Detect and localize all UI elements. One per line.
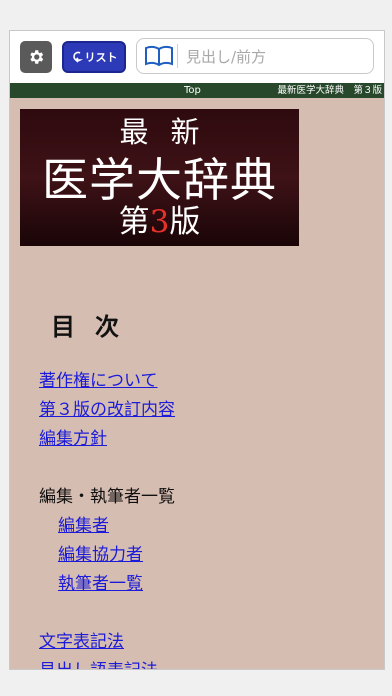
top-link[interactable]: Top [184, 83, 201, 98]
link-contributors-list[interactable]: 執筆者一覧 [58, 573, 143, 595]
link-character-notation[interactable]: 文字表記法 [39, 631, 124, 653]
banner-line-1: 最新 [119, 115, 222, 149]
search-input[interactable] [184, 43, 370, 71]
link-editors[interactable]: 編集者 [58, 515, 109, 537]
title-banner: 最新 医学大辞典 第3版 [20, 109, 299, 246]
edition-suffix: 版 [169, 204, 201, 240]
list-button[interactable]: リスト [62, 41, 126, 73]
search-divider [177, 44, 178, 68]
edition-prefix: 第 [118, 204, 150, 240]
toolbar: リスト [10, 31, 384, 83]
app-window: リスト Top 最新医学大辞典 第３版 最新 医学大辞典 第3版 目次 著作権に… [9, 30, 385, 670]
dictionary-title: 最新医学大辞典 第３版 [277, 85, 382, 96]
list-button-label: リスト [84, 51, 118, 64]
banner-line-2: 医学大辞典 [42, 153, 277, 207]
link-editorial-collaborators[interactable]: 編集協力者 [58, 544, 143, 566]
settings-button[interactable] [20, 41, 52, 73]
banner-edition: 第3版 [20, 204, 299, 240]
gear-icon [30, 50, 44, 64]
link-headword-notation[interactable]: 見出し語表記法 [39, 660, 158, 669]
link-copyright[interactable]: 著作権について [39, 370, 158, 392]
book-icon [145, 45, 173, 67]
return-arrow-icon [72, 51, 80, 63]
edition-number: 3 [149, 204, 170, 240]
search-box[interactable] [136, 38, 374, 74]
navigation-bar: Top 最新医学大辞典 第３版 [10, 83, 384, 98]
editors-section-label: 編集・執筆者一覧 [39, 487, 175, 507]
toc-heading: 目次 [51, 313, 139, 341]
link-editorial-policy[interactable]: 編集方針 [39, 428, 107, 450]
link-revision-notes[interactable]: 第３版の改訂内容 [39, 399, 175, 421]
